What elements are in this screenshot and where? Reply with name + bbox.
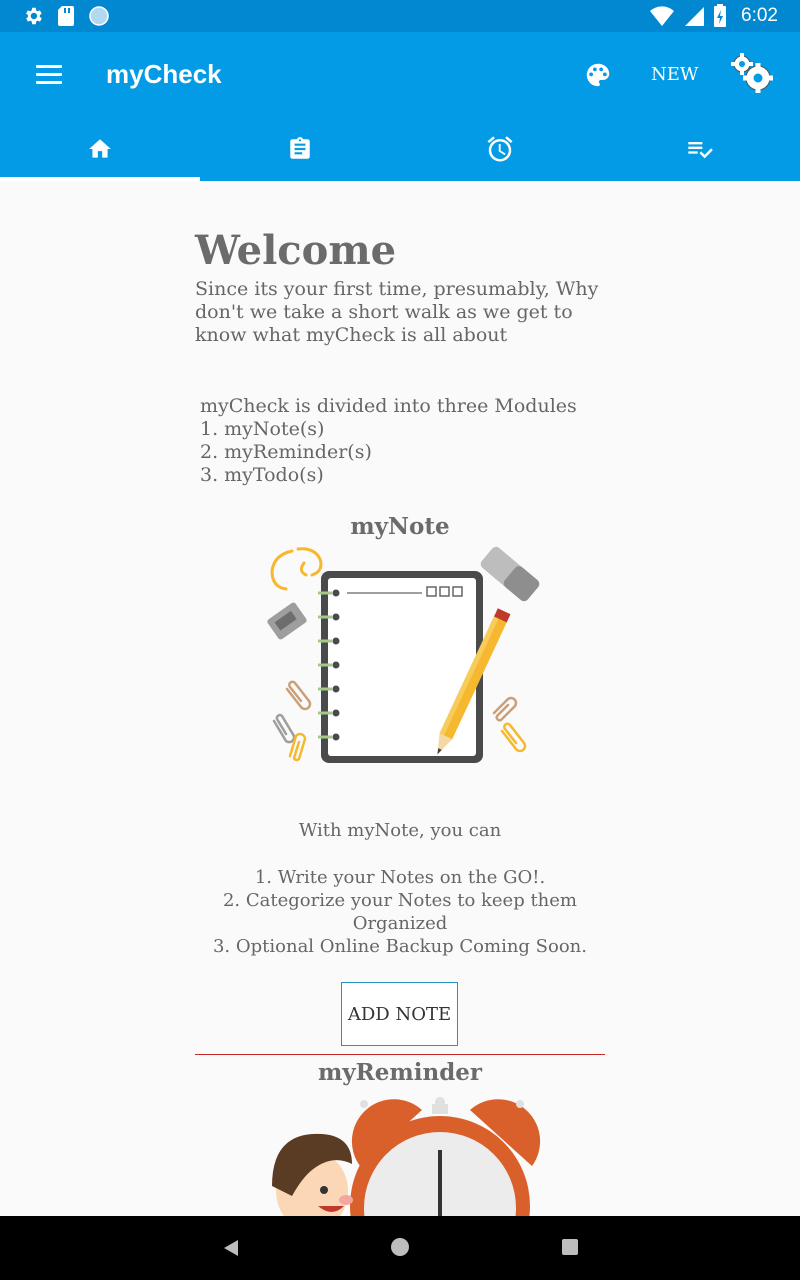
app-bar: myCheck NEW [0, 32, 800, 181]
mynote-intro: With myNote, you can [298, 820, 502, 841]
add-note-button[interactable]: ADD NOTE [341, 982, 458, 1046]
menu-icon[interactable] [36, 65, 62, 85]
welcome-title: Welcome [195, 227, 397, 274]
modules-list: myCheck is divided into three Modules 1.… [200, 395, 577, 487]
content-area[interactable]: Welcome Since its your first time, presu… [0, 181, 800, 1216]
tab-notes[interactable] [200, 117, 400, 181]
tab-reminders[interactable] [400, 117, 600, 181]
feature-item: 3. Optional Online Backup Coming Soon. [212, 936, 587, 957]
myreminder-title: myReminder [317, 1059, 483, 1086]
notebook-illustration [267, 546, 540, 763]
circle-icon [89, 6, 109, 26]
section-divider [195, 1054, 605, 1055]
clipboard-icon [290, 137, 310, 159]
settings-icon [26, 7, 42, 25]
alarm-clock-illustration [272, 1097, 541, 1216]
status-bar: 6:02 [0, 0, 800, 32]
status-time: 6:02 [741, 5, 778, 26]
feature-item: 1. Write your Notes on the GO!. [254, 867, 546, 888]
module-item: 3. myTodo(s) [200, 464, 324, 486]
alarm-icon [487, 136, 513, 162]
home-nav-icon[interactable] [391, 1238, 409, 1256]
module-item: 2. myReminder(s) [200, 441, 372, 463]
module-item: 1. myNote(s) [200, 418, 325, 440]
signal-icon [685, 7, 705, 26]
tab-home[interactable] [0, 117, 200, 181]
tab-todos[interactable] [600, 117, 800, 181]
battery-icon [714, 4, 727, 27]
mynote-features: 1. Write your Notes on the GO!. 2. Categ… [200, 866, 600, 958]
wifi-icon [650, 6, 675, 26]
modules-intro: myCheck is divided into three Modules [200, 395, 577, 417]
palette-icon[interactable] [583, 60, 613, 90]
mynote-title: myNote [350, 513, 450, 540]
playlist-check-icon [688, 142, 713, 159]
new-button[interactable]: NEW [651, 64, 698, 85]
back-icon[interactable] [222, 1238, 240, 1258]
gears-icon[interactable] [728, 52, 776, 96]
tab-bar [0, 117, 800, 181]
welcome-text: Since its your first time, presumably, W… [195, 278, 599, 346]
app-title: myCheck [106, 59, 222, 89]
home-icon [89, 139, 111, 158]
sd-card-icon [58, 6, 74, 26]
recent-apps-icon[interactable] [562, 1239, 578, 1255]
feature-item: 2. Categorize your Notes to keep them Or… [222, 890, 577, 934]
navigation-bar [0, 1216, 800, 1280]
